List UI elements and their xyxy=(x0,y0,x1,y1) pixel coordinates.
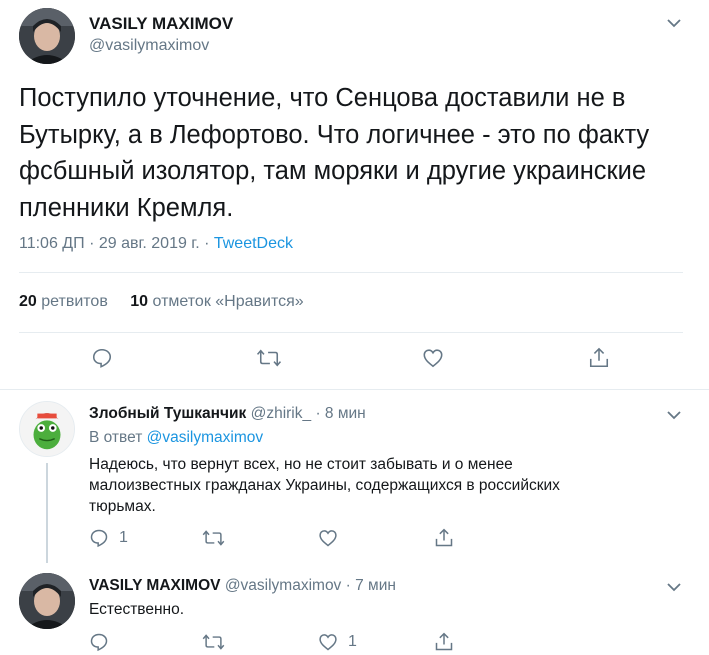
chevron-down-icon xyxy=(667,19,681,28)
main-tweet-menu-button[interactable] xyxy=(667,15,681,33)
main-reply-button[interactable] xyxy=(91,347,113,369)
likes-stat[interactable]: 10 отметок «Нравится» xyxy=(130,293,303,310)
reply-icon xyxy=(92,348,112,368)
reply2-author-name[interactable]: VASILY MAXIMOV xyxy=(89,577,221,594)
like-icon xyxy=(319,634,337,651)
main-tweet-meta: 11:06 ДП · 29 авг. 2019 г. · TweetDeck xyxy=(19,235,293,253)
avatar-photo xyxy=(19,573,75,629)
reply2-like-button[interactable]: 1 xyxy=(318,632,357,652)
retweet-icon xyxy=(256,349,282,367)
main-tweet-author-handle[interactable]: @vasilymaximov xyxy=(89,37,209,55)
reply1-reply-button[interactable]: 1 xyxy=(89,528,128,548)
reply1-reply-count: 1 xyxy=(119,529,128,546)
main-tweet-avatar[interactable] xyxy=(19,8,75,64)
reply1-like-button[interactable] xyxy=(318,528,348,548)
main-tweet-text: Поступило уточнение, что Сенцова достави… xyxy=(19,80,699,226)
share-icon xyxy=(435,632,453,651)
share-icon xyxy=(435,528,453,547)
avatar-photo xyxy=(19,8,75,64)
reply1-author-name[interactable]: Злобный Тушканчик xyxy=(89,405,246,422)
main-tweet-text-line: пленники Кремля. xyxy=(19,193,234,222)
reply1-time[interactable]: 8 мин xyxy=(325,405,366,422)
reply1-avatar[interactable] xyxy=(19,401,75,457)
reply1-menu-button[interactable] xyxy=(667,407,681,425)
reply1-header: Злобный Тушканчик @zhirik_ · 8 мин xyxy=(89,405,366,423)
retweets-label: ретвитов xyxy=(41,293,108,310)
main-share-button[interactable] xyxy=(588,346,610,370)
main-tweet-author-name[interactable]: VASILY MAXIMOV xyxy=(89,14,233,34)
main-tweet-text-line: Бутырку, а в Лефортово. Что логичнее - э… xyxy=(19,120,650,149)
avatar-image xyxy=(20,402,74,456)
reply1-author-handle[interactable]: @zhirik_ xyxy=(251,405,312,422)
divider xyxy=(19,332,683,333)
reply1-text-line: тюрьмах. xyxy=(89,498,156,515)
reply2-author-handle[interactable]: @vasilymaximov xyxy=(225,577,342,594)
reply2-reply-button[interactable] xyxy=(89,632,119,652)
reply2-retweet-button[interactable] xyxy=(202,632,235,652)
reply1-share-button[interactable] xyxy=(434,527,454,549)
main-tweet-text-line: фсбшный изолятор, там моряки и другие ук… xyxy=(19,157,647,185)
main-retweet-button[interactable] xyxy=(256,347,282,369)
likes-label: отметок «Нравится» xyxy=(152,293,304,310)
reply2-text: Естественно. xyxy=(89,601,185,618)
main-tweet-text-line: Поступило уточнение, что Сенцова достави… xyxy=(19,84,626,112)
reply2-separator: · xyxy=(345,577,351,594)
chevron-down-icon xyxy=(667,411,681,420)
main-tweet-stats: 20 ретвитов 10 отметок «Нравится» xyxy=(19,293,304,311)
reply1-reply-to-handle[interactable]: @vasilymaximov xyxy=(147,429,264,446)
reply-icon xyxy=(90,529,108,548)
retweets-count: 20 xyxy=(19,293,37,310)
reply2-share-button[interactable] xyxy=(434,631,454,653)
reply-icon xyxy=(90,633,108,652)
reply1-retweet-button[interactable] xyxy=(202,528,235,548)
share-icon xyxy=(589,347,609,368)
reply2-menu-button[interactable] xyxy=(667,579,681,597)
reply1-reply-to: В ответ @vasilymaximov xyxy=(89,429,263,447)
retweets-stat[interactable]: 20 ретвитов xyxy=(19,293,112,310)
reply1-separator: · xyxy=(315,405,321,422)
section-divider xyxy=(0,389,709,390)
thread-connector-line xyxy=(46,463,48,563)
reply2-avatar[interactable] xyxy=(19,573,75,629)
reply1-text-line: Надеюсь, что вернут всех, но не стоит за… xyxy=(89,456,513,473)
reply2-like-count: 1 xyxy=(348,633,357,650)
main-tweet-source-link[interactable]: TweetDeck xyxy=(214,235,293,252)
reply1-text-line: малоизвестных гражданах Украины, содержа… xyxy=(89,477,560,494)
retweet-icon xyxy=(202,634,225,650)
like-icon xyxy=(319,530,337,547)
like-icon xyxy=(423,349,443,368)
main-like-button[interactable] xyxy=(422,347,444,369)
reply1-text: Надеюсь, что вернут всех, но не стоит за… xyxy=(89,454,560,517)
likes-count: 10 xyxy=(130,293,149,310)
divider xyxy=(19,272,683,273)
retweet-icon xyxy=(202,530,225,546)
main-tweet-timestamp[interactable]: 11:06 ДП · 29 авг. 2019 г. · xyxy=(19,235,214,252)
reply1-reply-to-prefix: В ответ xyxy=(89,429,143,446)
chevron-down-icon xyxy=(667,583,681,592)
reply2-header: VASILY MAXIMOV @vasilymaximov · 7 мин xyxy=(89,577,396,595)
reply2-time[interactable]: 7 мин xyxy=(355,577,396,594)
